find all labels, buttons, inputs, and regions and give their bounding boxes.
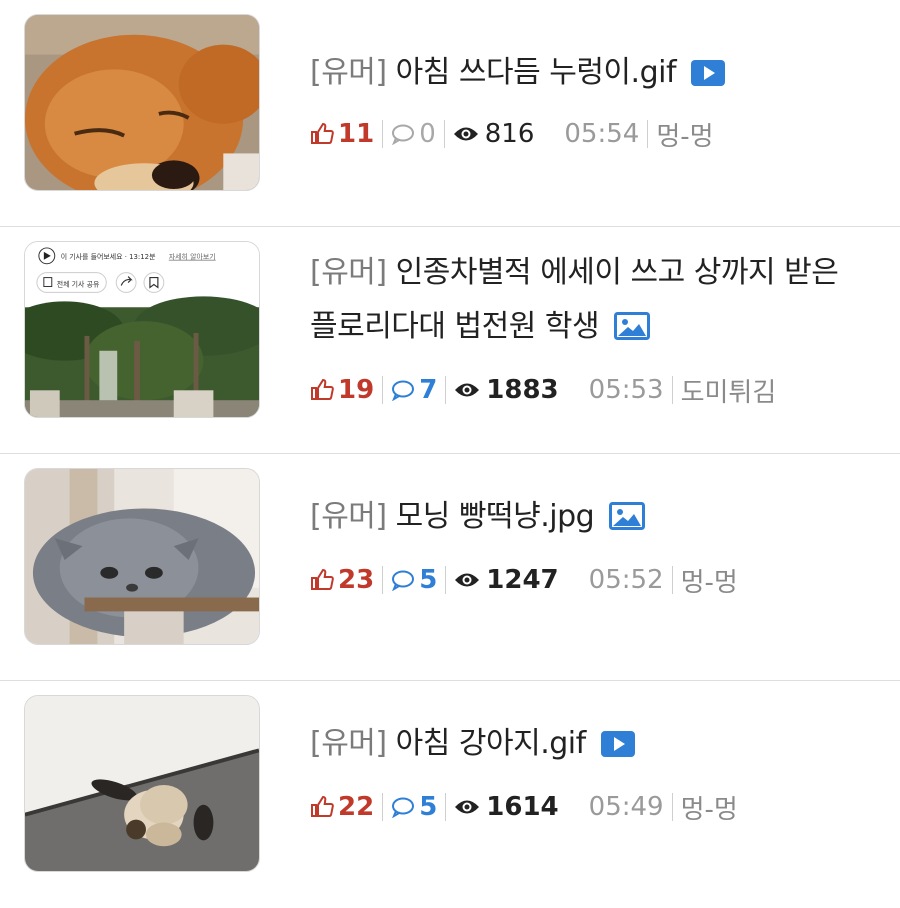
image-icon bbox=[614, 304, 651, 358]
post-item[interactable]: [유머] 모닝 빵떡냥.jpg 23 5 1247 05:52 멍-멍 bbox=[0, 454, 900, 681]
post-time: 05:53 bbox=[588, 375, 664, 405]
play-icon bbox=[691, 50, 726, 104]
post-meta: 23 5 1247 05:52 멍-멍 bbox=[310, 560, 880, 600]
post-item[interactable]: [유머] 아침 쓰다듬 누렁이.gif 11 0 816 05:54 멍-멍 bbox=[0, 0, 900, 227]
post-feed: [유머] 아침 쓰다듬 누렁이.gif 11 0 816 05:54 멍-멍 이… bbox=[0, 0, 900, 908]
post-category-tag: [유머] bbox=[310, 255, 387, 290]
post-time: 05:49 bbox=[588, 792, 664, 822]
speech-bubble-icon bbox=[392, 797, 415, 818]
thumb-more-text: 자세히 알아보기 bbox=[169, 252, 216, 261]
post-author[interactable]: 멍-멍 bbox=[681, 562, 738, 599]
post-thumbnail[interactable] bbox=[24, 695, 260, 872]
eye-icon bbox=[455, 383, 480, 397]
likes-count: 23 bbox=[310, 565, 374, 595]
likes-count: 22 bbox=[310, 792, 374, 822]
post-title-text: 인종차별적 에세이 쓰고 상까지 받은 플로리다대 법전원 학생 bbox=[310, 255, 839, 344]
play-icon bbox=[600, 721, 635, 775]
views-count: 1247 bbox=[454, 565, 559, 595]
post-title-text: 모닝 빵떡냥.jpg bbox=[395, 499, 595, 534]
post-title[interactable]: [유머] 모닝 빵떡냥.jpg bbox=[310, 490, 880, 548]
post-author[interactable]: 멍-멍 bbox=[681, 789, 738, 826]
thumbs-up-icon bbox=[311, 378, 334, 400]
speech-bubble-icon bbox=[392, 570, 415, 591]
comments-count: 5 bbox=[391, 792, 437, 822]
post-time: 05:52 bbox=[588, 565, 664, 595]
thumb-share-text: 전체 기사 공유 bbox=[57, 280, 100, 289]
views-count: 1883 bbox=[454, 375, 559, 405]
post-thumbnail[interactable] bbox=[24, 468, 260, 645]
comments-count: 5 bbox=[391, 565, 437, 595]
thumbs-up-icon bbox=[311, 795, 334, 817]
post-thumbnail[interactable] bbox=[24, 14, 260, 191]
post-title-text: 아침 강아지.gif bbox=[395, 726, 587, 761]
image-icon bbox=[609, 494, 646, 548]
likes-count: 19 bbox=[310, 375, 374, 405]
eye-icon bbox=[455, 573, 480, 587]
post-meta: 19 7 1883 05:53 도미튀김 bbox=[310, 370, 880, 410]
post-category-tag: [유머] bbox=[310, 55, 387, 90]
speech-bubble-icon bbox=[392, 380, 415, 401]
views-count: 816 bbox=[453, 119, 534, 149]
comments-count: 7 bbox=[391, 375, 437, 405]
post-meta: 11 0 816 05:54 멍-멍 bbox=[310, 114, 880, 154]
post-category-tag: [유머] bbox=[310, 499, 387, 534]
post-time: 05:54 bbox=[564, 119, 640, 149]
comments-count: 0 bbox=[391, 119, 436, 149]
post-author[interactable]: 멍-멍 bbox=[656, 116, 713, 153]
post-meta: 22 5 1614 05:49 멍-멍 bbox=[310, 787, 880, 827]
post-title-text: 아침 쓰다듬 누렁이.gif bbox=[395, 55, 677, 90]
post-title[interactable]: [유머] 아침 강아지.gif bbox=[310, 717, 880, 775]
eye-icon bbox=[453, 127, 478, 141]
post-item[interactable]: 이 기사를 들어보세요 · 13:12분 자세히 알아보기 전체 기사 공유 [… bbox=[0, 227, 900, 454]
views-count: 1614 bbox=[454, 792, 559, 822]
likes-count: 11 bbox=[310, 119, 374, 149]
thumbs-up-icon bbox=[311, 568, 334, 590]
speech-bubble-icon bbox=[392, 124, 415, 145]
eye-icon bbox=[455, 800, 480, 814]
thumb-listen-text: 이 기사를 들어보세요 · 13:12분 bbox=[61, 252, 156, 261]
post-author[interactable]: 도미튀김 bbox=[681, 372, 777, 409]
thumbs-up-icon bbox=[311, 122, 334, 144]
post-category-tag: [유머] bbox=[310, 726, 387, 761]
post-title[interactable]: [유머] 인종차별적 에세이 쓰고 상까지 받은 플로리다대 법전원 학생 bbox=[310, 246, 880, 358]
post-thumbnail[interactable]: 이 기사를 들어보세요 · 13:12분 자세히 알아보기 전체 기사 공유 bbox=[24, 241, 260, 418]
post-item[interactable]: [유머] 아침 강아지.gif 22 5 1614 05:49 멍-멍 bbox=[0, 681, 900, 908]
post-title[interactable]: [유머] 아침 쓰다듬 누렁이.gif bbox=[310, 46, 880, 104]
